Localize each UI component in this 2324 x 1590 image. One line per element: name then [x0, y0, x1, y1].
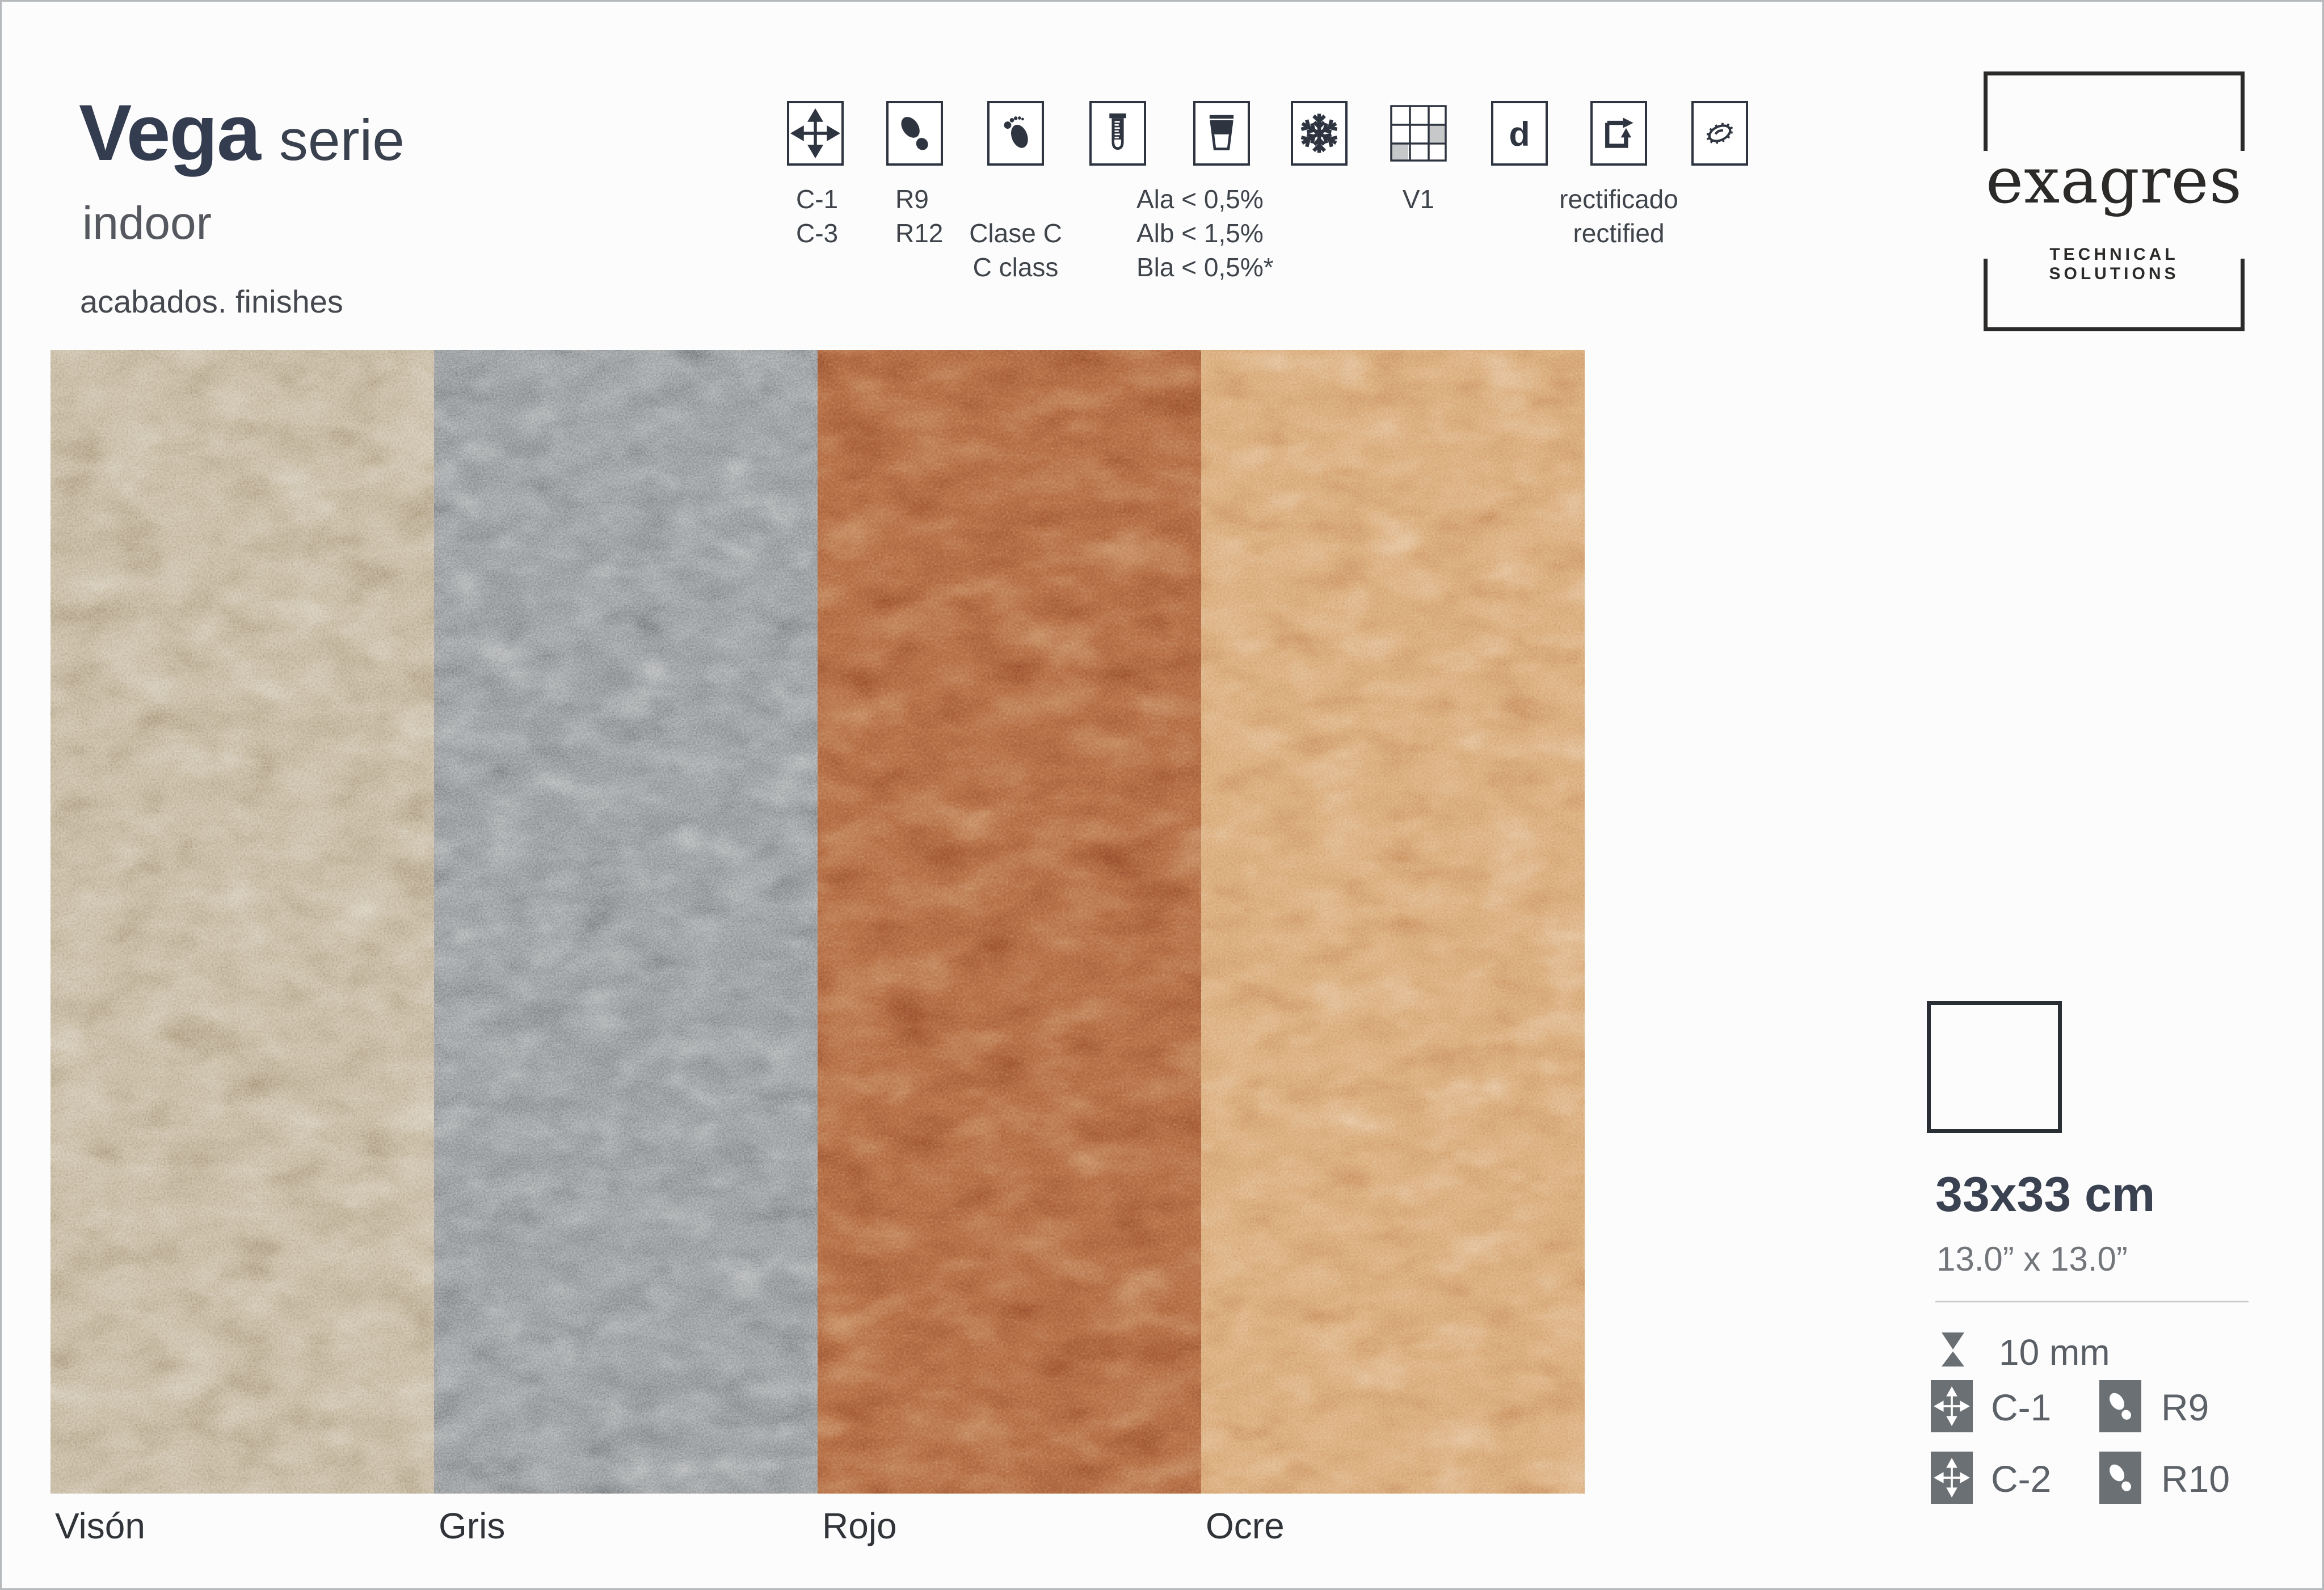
brand-tagline: TECHNICAL SOLUTIONS: [1984, 245, 2245, 284]
size-inches: 13.0” x 13.0”: [1936, 1239, 2128, 1279]
tile-name-ocre: Ocre: [1206, 1505, 1285, 1547]
logo-frame: [1984, 71, 1988, 151]
brand-logo: exagres TECHNICAL SOLUTIONS: [1984, 71, 2245, 331]
test-tube-icon: [1089, 101, 1146, 166]
series-suffix: serie: [279, 108, 405, 172]
glass-icon: [1193, 101, 1250, 166]
tile-name-vison: Visón: [55, 1505, 145, 1547]
page-subtitle: indoor: [82, 197, 212, 250]
cert-barefoot: Clase C C class: [987, 101, 1044, 166]
thickness-hourglass-icon: [1939, 1327, 1967, 1372]
move-arrows-icon: [1931, 1380, 1973, 1432]
cert-labels: Ala < 0,5% Alb < 1,5% Bla < 0,5%*: [1136, 182, 1307, 284]
rectified-icon: [1590, 101, 1647, 166]
cert-labels: Clase C C class: [919, 182, 1112, 284]
logo-frame: [2241, 71, 2245, 151]
cert-shade-variation: V1: [1390, 101, 1447, 166]
tile-name-rojo: Rojo: [822, 1505, 897, 1547]
letter-d-icon: d: [1491, 101, 1548, 166]
snowflake-icon: [1291, 101, 1348, 166]
tile-name-gris: Gris: [439, 1505, 505, 1547]
shoe-print-icon: [2099, 1380, 2141, 1432]
spec-divider: [1935, 1301, 2249, 1302]
tile-format-outline: [1927, 1001, 2062, 1133]
cert-labels: V1: [1322, 182, 1515, 216]
series-name: Vega: [79, 88, 260, 177]
shoe-print-icon: [2099, 1452, 2141, 1504]
logo-frame: [1984, 327, 2245, 331]
abrasion-value-2: C-2: [1991, 1457, 2051, 1500]
cert-rectified: rectificado rectified: [1590, 101, 1647, 166]
tile-swatch-ocre: [1201, 350, 1585, 1494]
move-arrows-icon: [787, 101, 844, 166]
cert-absorption: Ala < 0,5% Alb < 1,5% Bla < 0,5%*: [1193, 101, 1250, 166]
logo-frame: [1984, 71, 2245, 75]
brand-name: exagres: [1984, 144, 2245, 218]
page-title: Vega serie: [79, 87, 405, 179]
tile-swatch-rojo: [818, 350, 1201, 1494]
antibacterial-icon: [1691, 101, 1748, 166]
cert-frost: [1291, 101, 1348, 166]
shoe-print-icon: [886, 101, 943, 166]
svg-text:d: d: [1509, 115, 1530, 153]
slip-value-2: R10: [2161, 1457, 2230, 1500]
shade-variation-icon: [1390, 101, 1447, 166]
cert-labels: rectificado rectified: [1500, 182, 1738, 250]
foot-print-icon: [987, 101, 1044, 166]
tile-swatch-vison: [50, 350, 434, 1494]
catalog-page: Vega serie indoor acabados. finishes C-1 …: [0, 0, 2324, 1590]
cert-letter-d: d: [1491, 101, 1548, 166]
thickness-value: 10 mm: [1999, 1331, 2110, 1373]
cert-chemical: [1089, 101, 1146, 166]
cert-slip-shod: R9 R12: [886, 101, 943, 166]
size-cm: 33x33 cm: [1935, 1167, 2155, 1223]
finishes-label: acabados. finishes: [80, 283, 343, 320]
slip-value-1: R9: [2161, 1386, 2209, 1429]
cert-antibacterial: [1691, 101, 1748, 166]
move-arrows-icon: [1931, 1452, 1973, 1504]
cert-crazing: C-1 C-3: [787, 101, 844, 166]
abrasion-value-1: C-1: [1991, 1386, 2051, 1429]
tile-swatch-gris: [434, 350, 818, 1494]
